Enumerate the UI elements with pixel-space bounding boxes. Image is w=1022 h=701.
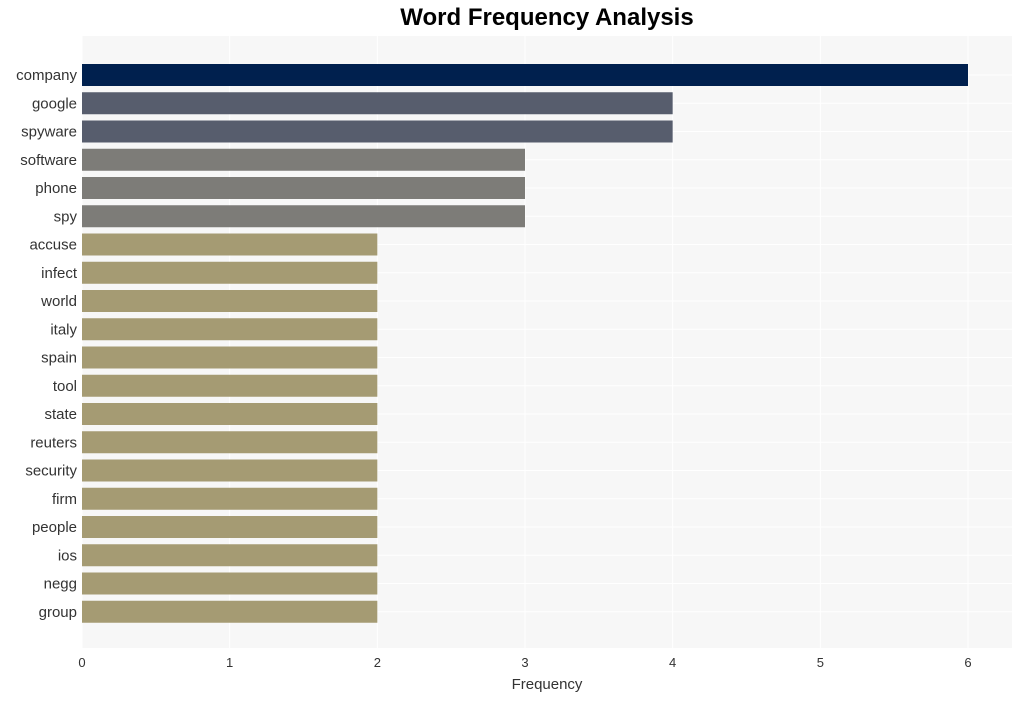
bar-negg — [82, 572, 378, 595]
y-tick-label: state — [44, 406, 77, 423]
y-tick-label: people — [32, 519, 77, 536]
bar-chart: company google spyware software phone spy accu… — [16, 36, 1012, 693]
bar-people — [82, 516, 378, 538]
x-axis-label: Frequency — [512, 676, 583, 693]
y-tick-label: reuters — [30, 434, 77, 451]
y-tick-label: negg — [44, 576, 77, 593]
bar-reuters — [82, 431, 378, 454]
bar-ios — [82, 544, 378, 567]
bar-italy — [82, 318, 378, 341]
x-tick-label: 0 — [78, 655, 85, 670]
y-tick-label: spyware — [21, 124, 77, 141]
y-tick-label: phone — [35, 180, 77, 197]
bar-phone — [82, 177, 525, 199]
bar-firm — [82, 487, 378, 510]
bar-spy — [82, 205, 525, 228]
bar-spain — [82, 346, 378, 369]
y-tick-label: tool — [53, 378, 77, 395]
y-tick-label: security — [25, 463, 77, 480]
y-tick-label: accuse — [29, 237, 77, 254]
y-tick-label: spy — [54, 208, 78, 225]
x-tick-label: 3 — [521, 655, 528, 670]
x-tick-label: 6 — [964, 655, 971, 670]
x-tick-label: 4 — [669, 655, 676, 670]
bar-group — [82, 600, 378, 623]
y-tick-label: company — [16, 67, 77, 84]
x-axis-ticks: 0 1 2 3 4 5 6 — [78, 655, 971, 670]
y-tick-label: ios — [58, 547, 77, 564]
bar-infect — [82, 261, 378, 284]
x-tick-label: 1 — [226, 655, 233, 670]
bar-google — [82, 92, 673, 115]
y-tick-label: software — [20, 152, 77, 169]
bar-world — [82, 290, 378, 312]
bar-accuse — [82, 233, 378, 256]
bar-spyware — [82, 120, 673, 143]
y-tick-label: italy — [50, 321, 77, 338]
y-tick-label: group — [39, 604, 77, 621]
x-tick-label: 2 — [374, 655, 381, 670]
bar-software — [82, 148, 525, 171]
y-tick-label: firm — [52, 491, 77, 508]
bar-security — [82, 459, 378, 482]
y-tick-label: world — [40, 293, 77, 310]
bar-company — [82, 64, 968, 86]
bar-state — [82, 403, 378, 425]
y-axis-labels: company google spyware software phone spy accu… — [16, 67, 78, 621]
y-tick-label: spain — [41, 350, 77, 367]
bar-tool — [82, 374, 378, 397]
y-tick-label: google — [32, 95, 77, 112]
x-tick-label: 5 — [817, 655, 824, 670]
y-tick-label: infect — [41, 265, 78, 282]
